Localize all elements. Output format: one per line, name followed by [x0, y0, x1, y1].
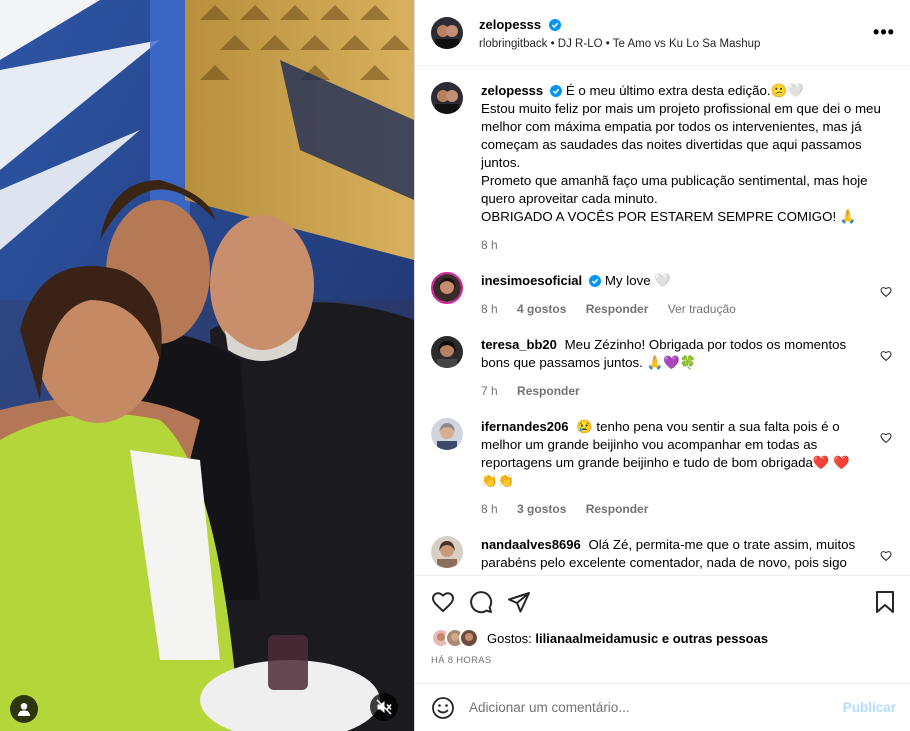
share-icon[interactable]	[507, 590, 531, 614]
reply-button[interactable]: Responder	[517, 384, 580, 398]
commenter-avatar[interactable]	[431, 272, 463, 304]
comment-like-heart-icon[interactable]	[880, 550, 892, 562]
comment-input[interactable]: Adicionar um comentário...	[469, 700, 843, 715]
caption-text-line: Estou muito feliz por mais um projeto pr…	[481, 101, 881, 170]
likes-summary[interactable]: Gostos: lilianaalmeidamusic e outras pes…	[431, 628, 896, 648]
reply-button[interactable]: Responder	[586, 502, 649, 516]
comment-time[interactable]: 8 h	[481, 302, 498, 316]
commenter-avatar[interactable]	[431, 336, 463, 368]
caption-time[interactable]: 8 h	[481, 238, 498, 252]
comment: teresa_bb20 Meu Zézinho! Obrigada por to…	[431, 336, 894, 400]
caption-text-line: Prometo que amanhã faço uma publicação s…	[481, 173, 868, 206]
comment-username[interactable]: inesimoesoficial	[481, 273, 582, 288]
liker-avatars	[431, 628, 481, 648]
caption-text-line: OBRIGADO A VOCÊS POR ESTAREM SEMPRE COMI…	[481, 209, 857, 224]
see-translation-button[interactable]: Ver tradução	[668, 302, 736, 316]
reply-button[interactable]: Responder	[586, 302, 649, 316]
post-header: zelopesss rlobringitback • DJ R-LO • Te …	[415, 0, 910, 66]
commenter-avatar[interactable]	[431, 418, 463, 450]
comment-like-heart-icon[interactable]	[880, 286, 892, 298]
comment: inesimoesoficial My love 🤍 8 h 4 gostos …	[431, 272, 894, 318]
caption-avatar[interactable]	[431, 82, 463, 114]
comment-username[interactable]: ifernandes206	[481, 419, 568, 434]
comment-username[interactable]: nandaalves8696	[481, 537, 581, 552]
post-dialog: zelopesss rlobringitback • DJ R-LO • Te …	[0, 0, 910, 731]
author-avatar[interactable]	[431, 16, 463, 49]
add-comment-bar: Adicionar um comentário... Publicar	[415, 683, 910, 731]
comments-list[interactable]: zelopesss É o meu último extra desta edi…	[415, 66, 910, 575]
comment-text: My love 🤍	[604, 273, 671, 288]
comment-time[interactable]: 7 h	[481, 384, 498, 398]
publish-button[interactable]: Publicar	[843, 700, 896, 715]
user-tag-button[interactable]	[10, 695, 38, 723]
author-username[interactable]: zelopesss	[479, 17, 541, 32]
comment-time[interactable]: 8 h	[481, 502, 498, 516]
verified-icon	[550, 85, 563, 97]
comment: ifernandes206 😢 tenho pena vou sentir a …	[431, 418, 894, 518]
comment-username[interactable]: teresa_bb20	[481, 337, 557, 352]
post-photo	[0, 0, 414, 731]
more-options-button[interactable]: •••	[872, 22, 896, 43]
comment: nandaalves8696 Olá Zé, permita-me que o …	[431, 536, 894, 572]
more-icon: •••	[873, 22, 895, 42]
post-time[interactable]: HÁ 8 HORAS	[431, 655, 896, 666]
comment-icon[interactable]	[469, 590, 493, 614]
likes-names[interactable]: lilianaalmeidamusic e outras pessoas	[535, 631, 768, 646]
caption-text-line: É o meu último extra desta edição.😕🤍	[565, 83, 804, 98]
audio-attribution[interactable]: rlobringitback • DJ R-LO • Te Amo vs Ku …	[479, 38, 872, 50]
likes-prefix: Gostos:	[487, 630, 532, 646]
mute-icon	[376, 699, 392, 715]
post-side-panel: zelopesss rlobringitback • DJ R-LO • Te …	[414, 0, 910, 731]
comment-like-heart-icon[interactable]	[880, 350, 892, 362]
caption: zelopesss É o meu último extra desta edi…	[431, 82, 894, 254]
verified-icon	[548, 18, 561, 31]
post-media[interactable]	[0, 0, 414, 731]
commenter-avatar[interactable]	[431, 536, 463, 568]
user-tag-icon	[17, 703, 31, 716]
comment-likes[interactable]: 3 gostos	[517, 502, 566, 516]
liker-avatar	[459, 628, 479, 648]
verified-icon	[589, 275, 602, 287]
emoji-icon[interactable]	[431, 696, 455, 720]
comment-likes[interactable]: 4 gostos	[517, 302, 566, 316]
caption-username[interactable]: zelopesss	[481, 83, 543, 98]
mute-button[interactable]	[370, 693, 398, 721]
post-actions: Gostos: lilianaalmeidamusic e outras pes…	[415, 575, 910, 683]
comment-like-heart-icon[interactable]	[880, 432, 892, 444]
bookmark-icon[interactable]	[874, 590, 896, 614]
heart-icon[interactable]	[431, 590, 455, 614]
